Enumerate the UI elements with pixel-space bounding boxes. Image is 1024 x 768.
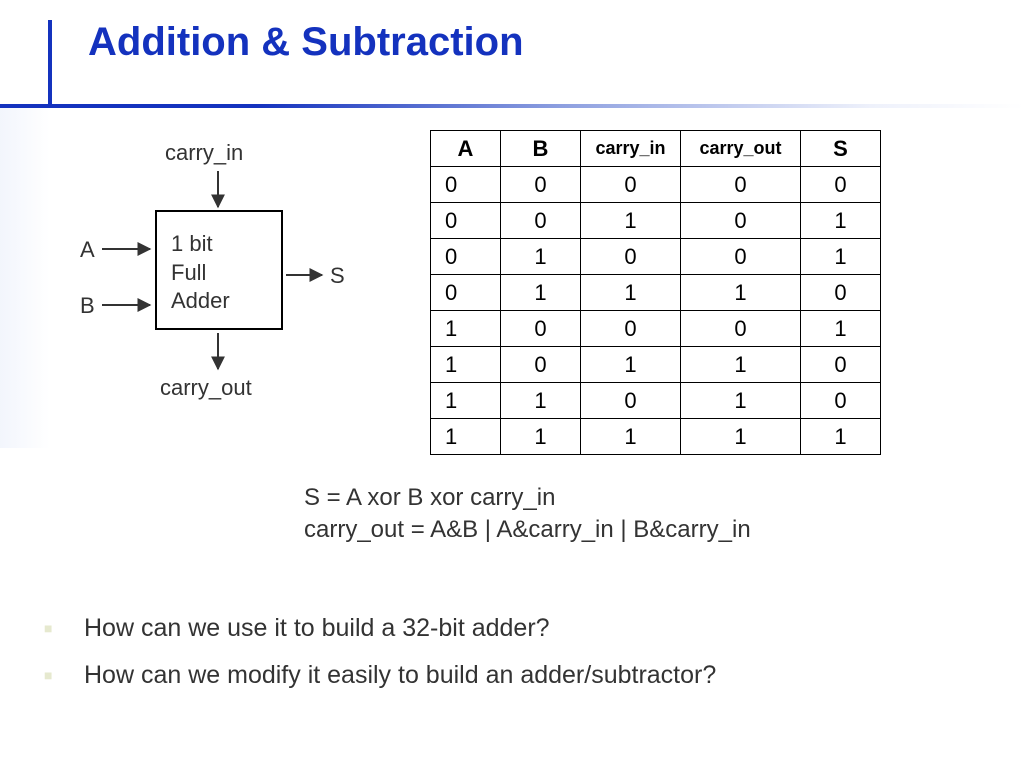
- table-cell: 0: [801, 275, 881, 311]
- th-B: B: [501, 131, 581, 167]
- table-cell: 0: [431, 239, 501, 275]
- table-cell: 1: [581, 347, 681, 383]
- equation-carry-out: carry_out = A&B | A&carry_in | B&carry_i…: [304, 514, 751, 546]
- table-cell: 0: [681, 311, 801, 347]
- table-cell: 1: [431, 419, 501, 455]
- table-row: 10110: [431, 347, 881, 383]
- table-cell: 1: [681, 383, 801, 419]
- table-cell: 1: [581, 275, 681, 311]
- left-gradient: [0, 108, 50, 448]
- table-cell: 1: [431, 311, 501, 347]
- table-row: 01001: [431, 239, 881, 275]
- table-cell: 1: [581, 203, 681, 239]
- table-cell: 0: [501, 203, 581, 239]
- table-cell: 1: [501, 239, 581, 275]
- table-cell: 1: [681, 419, 801, 455]
- table-cell: 0: [431, 275, 501, 311]
- table-row: 00101: [431, 203, 881, 239]
- table-cell: 1: [801, 419, 881, 455]
- th-A: A: [431, 131, 501, 167]
- table-row: 10001: [431, 311, 881, 347]
- full-adder-diagram: carry_in A B S carry_out 1 bit Full Adde…: [70, 135, 370, 415]
- table-row: 11111: [431, 419, 881, 455]
- diagram-arrows: [70, 135, 370, 415]
- table-cell: 0: [581, 311, 681, 347]
- table-cell: 1: [801, 203, 881, 239]
- table-cell: 1: [801, 311, 881, 347]
- bullet-q2: How can we modify it easily to build an …: [44, 661, 716, 690]
- table-cell: 1: [801, 239, 881, 275]
- equation-S: S = A xor B xor carry_in: [304, 482, 751, 514]
- table-cell: 0: [801, 347, 881, 383]
- table-cell: 0: [431, 203, 501, 239]
- table-cell: 0: [801, 167, 881, 203]
- question-list: How can we use it to build a 32-bit adde…: [44, 614, 716, 708]
- table-cell: 0: [501, 347, 581, 383]
- table-cell: 1: [431, 347, 501, 383]
- table-cell: 1: [581, 419, 681, 455]
- table-row: 11010: [431, 383, 881, 419]
- truth-table: A B carry_in carry_out S 000000010101001…: [430, 130, 881, 455]
- slide-title: Addition & Subtraction: [48, 20, 524, 65]
- table-cell: 1: [501, 383, 581, 419]
- table-row: 00000: [431, 167, 881, 203]
- table-row: 01110: [431, 275, 881, 311]
- th-S: S: [801, 131, 881, 167]
- th-carry-in: carry_in: [581, 131, 681, 167]
- table-cell: 1: [431, 383, 501, 419]
- table-cell: 0: [681, 239, 801, 275]
- th-carry-out: carry_out: [681, 131, 801, 167]
- bullet-q1: How can we use it to build a 32-bit adde…: [44, 614, 716, 643]
- title-horizontal-rule: [0, 104, 1024, 108]
- table-cell: 0: [681, 167, 801, 203]
- table-cell: 0: [501, 311, 581, 347]
- table-cell: 1: [681, 275, 801, 311]
- table-cell: 0: [681, 203, 801, 239]
- table-cell: 0: [501, 167, 581, 203]
- table-cell: 1: [501, 419, 581, 455]
- table-cell: 0: [581, 239, 681, 275]
- table-cell: 0: [431, 167, 501, 203]
- table-cell: 0: [801, 383, 881, 419]
- equations-block: S = A xor B xor carry_in carry_out = A&B…: [304, 482, 751, 547]
- table-header-row: A B carry_in carry_out S: [431, 131, 881, 167]
- table-cell: 1: [501, 275, 581, 311]
- table-cell: 0: [581, 167, 681, 203]
- table-cell: 0: [581, 383, 681, 419]
- table-cell: 1: [681, 347, 801, 383]
